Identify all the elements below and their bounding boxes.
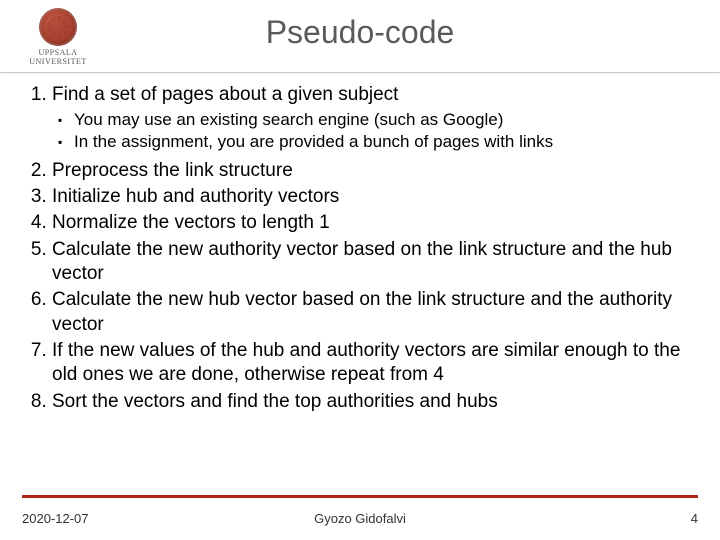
sub-list: You may use an existing search engine (s… (52, 109, 696, 153)
list-item: Preprocess the link structure (52, 159, 696, 183)
list-item: If the new values of the hub and authori… (52, 339, 696, 388)
footer-author: Gyozo Gidofalvi (22, 511, 698, 526)
sub-item: In the assignment, you are provided a bu… (74, 131, 696, 153)
footer-divider (22, 495, 698, 498)
slide-title: Pseudo-code (0, 14, 720, 51)
list-item: Calculate the new hub vector based on th… (52, 288, 696, 337)
list-item: Sort the vectors and find the top author… (52, 390, 696, 414)
pseudo-code-list: Find a set of pages about a given subjec… (24, 83, 696, 414)
slide-header: UPPSALA UNIVERSITET Pseudo-code (0, 0, 720, 73)
step-text: Find a set of pages about a given subjec… (52, 84, 398, 105)
slide-content: Find a set of pages about a given subjec… (0, 73, 720, 414)
sub-item: You may use an existing search engine (s… (74, 109, 696, 131)
slide: UPPSALA UNIVERSITET Pseudo-code Find a s… (0, 0, 720, 540)
list-item: Normalize the vectors to length 1 (52, 211, 696, 235)
list-item: Calculate the new authority vector based… (52, 238, 696, 287)
list-item: Initialize hub and authority vectors (52, 185, 696, 209)
slide-footer: 2020-12-07 Gyozo Gidofalvi 4 (22, 511, 698, 526)
list-item: Find a set of pages about a given subjec… (52, 83, 696, 153)
